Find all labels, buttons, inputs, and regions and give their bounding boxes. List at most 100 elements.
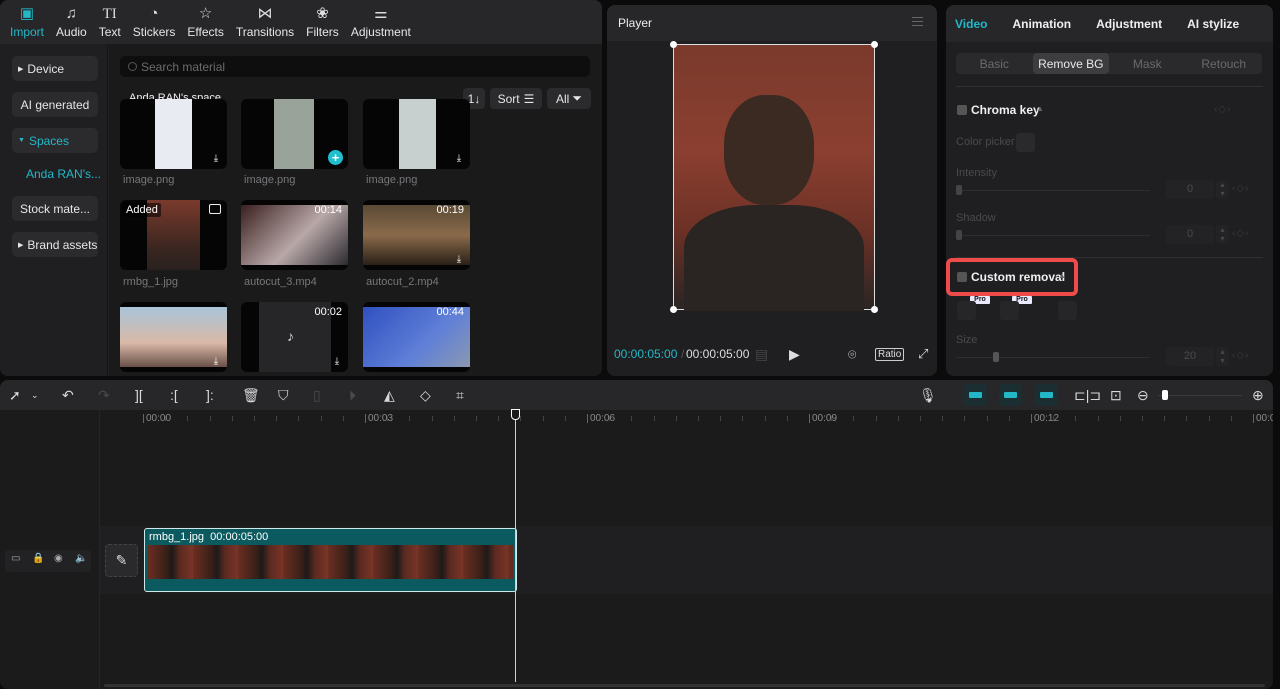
download-icon[interactable]: ⤓ [453, 254, 465, 266]
split-preview-icon[interactable]: ⊏|⊐ [1074, 387, 1101, 403]
search-input[interactable]: Search material [120, 56, 590, 77]
zoom-in-icon[interactable]: ⊕ [1252, 387, 1264, 403]
tab-import[interactable]: ▣ Import [4, 0, 50, 44]
freeze-icon[interactable]: ▯ [313, 387, 321, 403]
microphone-icon[interactable]: 🎙 [919, 387, 937, 403]
lock-icon[interactable]: 🔒 [32, 553, 44, 564]
tab-effects[interactable]: ☆ Effects [181, 0, 229, 44]
brush-tool-button[interactable] [957, 301, 976, 320]
color-picker-button[interactable] [1016, 133, 1035, 152]
audio-volume-icon[interactable]: 🔈 [75, 553, 87, 564]
caret-up-icon[interactable]: ▲ [1036, 104, 1044, 113]
download-icon[interactable]: ⤓ [331, 356, 343, 368]
select-tool-icon[interactable]: ➚ [9, 387, 21, 403]
intensity-slider[interactable] [956, 185, 1150, 195]
download-icon[interactable]: ⤓ [210, 153, 222, 165]
split-left-icon[interactable]: :[ [170, 387, 178, 403]
media-card[interactable]: ⤓ [363, 99, 470, 169]
sidebar-item-space-link[interactable]: Anda RAN's... [26, 167, 101, 181]
media-card[interactable]: + [241, 99, 348, 169]
eraser-button[interactable] [1058, 301, 1077, 320]
tab-animation[interactable]: Animation [1012, 17, 1071, 31]
link-tool-button[interactable] [964, 384, 987, 406]
download-icon[interactable]: ⤓ [210, 356, 222, 368]
sidebar-item-stock[interactable]: Stock mate... [12, 196, 98, 221]
ratio-button[interactable]: Ratio [875, 347, 905, 361]
snap-tool-button[interactable] [999, 384, 1022, 406]
media-card[interactable]: 00:19 ⤓ [363, 200, 470, 270]
sidebar-item-spaces[interactable]: ▼ Spaces [12, 128, 98, 153]
marker-icon[interactable]: ⛉ [278, 387, 289, 403]
stepper-icon[interactable]: ▴ ▾ [1216, 347, 1229, 366]
resize-handle[interactable] [670, 41, 677, 48]
sort-button[interactable]: Sort ☰ [490, 88, 542, 109]
tab-audio[interactable]: ♫ Audio [50, 0, 93, 44]
tab-stickers[interactable]: ◔ Stickers [127, 0, 182, 44]
add-icon[interactable]: + [328, 150, 343, 165]
tab-text[interactable]: TI Text [93, 0, 127, 44]
subtab-remove-bg[interactable]: Remove BG [1032, 53, 1109, 74]
media-card[interactable]: 00:02 ♪ ⤓ [241, 302, 348, 372]
split-right-icon[interactable]: ]: [206, 387, 214, 403]
sidebar-item-ai-generated[interactable]: AI generated [12, 92, 98, 117]
media-card[interactable]: ⤓ [120, 302, 227, 372]
play-icon[interactable]: ▶ [789, 346, 800, 363]
fullscreen-icon[interactable]: ⤢ [918, 346, 928, 362]
sidebar-item-device[interactable]: ▶ Device [12, 56, 98, 81]
timeline-zoom-slider[interactable] [1158, 390, 1242, 400]
subtab-retouch[interactable]: Retouch [1186, 53, 1263, 74]
time-ruler[interactable]: 00:00 00:03 00:06 00:09 00:12 00:0 [100, 410, 1273, 430]
split-icon[interactable]: ][ [135, 387, 143, 403]
size-value[interactable]: 20 [1166, 347, 1214, 366]
resize-handle[interactable] [871, 41, 878, 48]
playhead-line[interactable] [515, 418, 516, 682]
sidebar-item-brand-assets[interactable]: ▶ Brand assets [12, 232, 98, 257]
slider-knob[interactable] [956, 230, 962, 240]
undo-icon[interactable]: ↶ [62, 387, 74, 403]
resize-handle[interactable] [670, 306, 677, 313]
intensity-value[interactable]: 0 [1166, 180, 1214, 199]
timeline-clip[interactable]: rmbg_1.jpg 00:00:05:00 [144, 528, 517, 592]
slider-knob[interactable] [993, 352, 999, 362]
eye-icon[interactable]: ◉ [54, 553, 63, 564]
tab-filters[interactable]: ❀ Filters [300, 0, 345, 44]
chevron-down-icon[interactable]: ⌄ [31, 387, 39, 403]
tab-adjustment[interactable]: ⚌ Adjustment [345, 0, 417, 44]
chroma-key-checkbox[interactable] [957, 105, 967, 115]
erase-tool-button[interactable] [1000, 301, 1019, 320]
cover-icon[interactable]: ▭ [11, 553, 20, 564]
menu-icon[interactable] [912, 17, 923, 26]
size-slider[interactable] [956, 352, 1150, 362]
media-card[interactable]: 00:14 [241, 200, 348, 270]
shadow-value[interactable]: 0 [1166, 225, 1214, 244]
horizontal-scrollbar[interactable] [104, 684, 1265, 687]
preview-image[interactable] [670, 41, 878, 313]
edit-cover-button[interactable]: ✎ [105, 544, 138, 577]
tab-ai-stylize[interactable]: AI stylize [1187, 17, 1239, 31]
tab-transitions[interactable]: ⋈ Transitions [230, 0, 300, 44]
delete-icon[interactable]: 🗑 [242, 387, 260, 403]
media-card[interactable]: 00:44 [363, 302, 470, 372]
stepper-icon[interactable]: ▴ ▾ [1216, 225, 1229, 244]
tab-video[interactable]: Video [955, 17, 987, 31]
fit-timeline-icon[interactable]: ⊡ [1110, 387, 1122, 403]
rotate-icon[interactable]: ◇ [420, 387, 431, 403]
resize-handle[interactable] [871, 306, 878, 313]
download-icon[interactable]: ⤓ [453, 153, 465, 165]
screenshot-icon[interactable]: ⌾ [848, 346, 856, 363]
timecode-icon[interactable]: ▤ [755, 346, 768, 363]
media-card[interactable]: ⤓ [120, 99, 227, 169]
playhead-handle[interactable] [511, 409, 520, 420]
slider-knob[interactable] [1162, 390, 1168, 400]
crop-icon[interactable]: ⌗ [456, 387, 464, 403]
subtab-mask[interactable]: Mask [1109, 53, 1186, 74]
tab-adjustment-props[interactable]: Adjustment [1096, 17, 1162, 31]
linkage-tool-button[interactable] [1035, 384, 1058, 406]
redo-icon[interactable]: ↷ [98, 387, 110, 403]
subtab-basic[interactable]: Basic [956, 53, 1033, 74]
slider-knob[interactable] [956, 185, 962, 195]
zoom-out-icon[interactable]: ⊖ [1137, 387, 1149, 403]
media-card[interactable]: Added [120, 200, 227, 270]
play-circle-icon[interactable]: ⏵ [349, 387, 356, 403]
stepper-icon[interactable]: ▴ ▾ [1216, 180, 1229, 199]
